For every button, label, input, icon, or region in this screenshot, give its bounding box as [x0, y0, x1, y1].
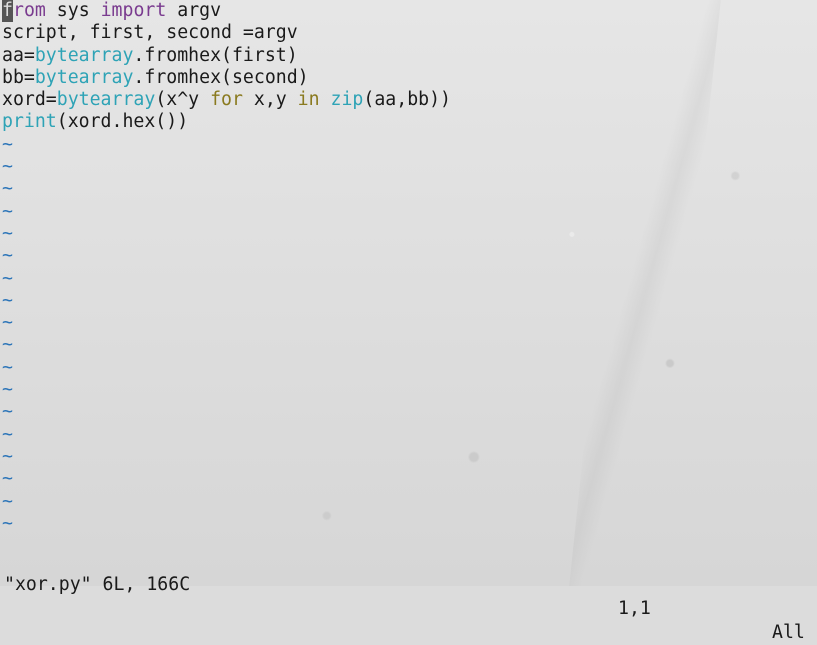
keyword-import: import	[100, 0, 167, 21]
keyword-from: rom	[13, 0, 46, 21]
code-line-4[interactable]: bb=bytearray.fromhex(second)	[2, 67, 817, 89]
empty-line-marker: ~	[2, 423, 13, 445]
builtin-zip: zip	[330, 89, 364, 111]
empty-line-marker: ~	[2, 379, 13, 401]
code-text: .fromhex(second)	[133, 66, 309, 88]
code-text: aa=	[2, 44, 35, 66]
vim-status-line: "xor.py" 6L, 166C 1,1 All	[0, 549, 817, 643]
code-text: script, first, second =argv	[2, 22, 298, 44]
code-line-5[interactable]: xord=bytearray(x^y for x,y in zip(aa,bb)…	[2, 89, 817, 111]
empty-line-marker: ~	[2, 312, 13, 334]
code-text: bb=	[2, 66, 35, 88]
empty-line-marker: ~	[2, 289, 13, 311]
empty-line-marker: ~	[2, 133, 13, 155]
empty-line-marker: ~	[2, 445, 13, 467]
empty-line-marker: ~	[2, 334, 13, 356]
empty-line-marker: ~	[2, 356, 13, 378]
code-text: argv	[166, 0, 222, 21]
code-line-2[interactable]: script, first, second =argv	[2, 22, 817, 44]
code-line-6[interactable]: print(xord.hex())	[2, 111, 817, 133]
code-text: x,y	[242, 89, 298, 111]
text-cursor: f	[2, 0, 13, 23]
empty-line-marker: ~	[2, 267, 13, 289]
builtin-print: print	[2, 111, 57, 133]
empty-line-marker: ~	[2, 490, 13, 512]
code-text: .fromhex(first)	[133, 44, 298, 66]
empty-line-marker: ~	[2, 200, 13, 222]
empty-line-marker: ~	[2, 156, 13, 178]
scroll-indicator: All	[772, 622, 805, 643]
code-line-3[interactable]: aa=bytearray.fromhex(first)	[2, 45, 817, 67]
code-text: (xord.hex())	[56, 111, 189, 133]
cursor-position: 1,1	[618, 598, 651, 619]
empty-line-marker: ~	[2, 401, 13, 423]
empty-line-marker: ~	[2, 512, 13, 534]
keyword-for: for	[210, 89, 243, 111]
builtin-bytearray: bytearray	[34, 44, 134, 66]
builtin-bytearray: bytearray	[34, 66, 134, 88]
code-text: sys	[45, 0, 101, 21]
file-info: "xor.py" 6L, 166C	[4, 574, 191, 595]
vim-editor-buffer[interactable]: from sys import argv script, first, seco…	[0, 0, 817, 540]
code-line-1[interactable]: from sys import argv	[2, 0, 817, 23]
keyword-in: in	[297, 89, 320, 111]
empty-line-marker: ~	[2, 178, 13, 200]
code-text: (aa,bb))	[363, 89, 451, 111]
empty-line-marker: ~	[2, 222, 13, 244]
empty-line-marker: ~	[2, 245, 13, 267]
code-text: xord=	[2, 89, 57, 111]
empty-line-marker: ~	[2, 468, 13, 490]
code-text: (x^y	[155, 89, 211, 111]
builtin-bytearray: bytearray	[56, 89, 156, 111]
